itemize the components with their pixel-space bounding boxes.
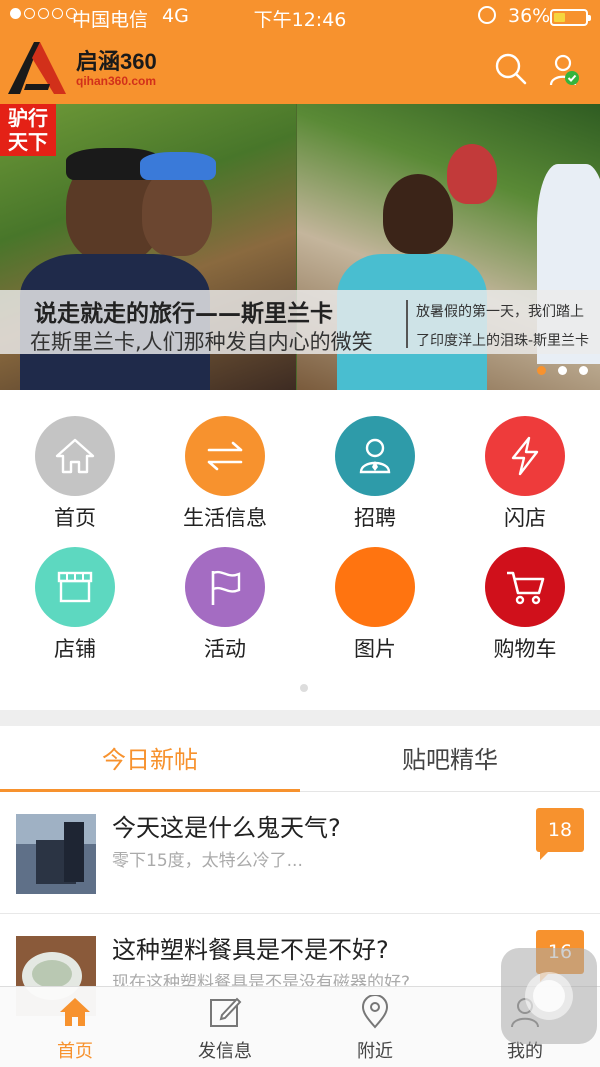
banner-carousel[interactable]: 驴行天下 说走就走的旅行——斯里兰卡 在斯里兰卡,人们那种发自内心的微笑 放暑假… [0, 104, 600, 390]
cart-icon [485, 547, 565, 627]
search-icon[interactable] [494, 52, 528, 86]
post-title: 这种塑料餐具是不是不好? [112, 936, 389, 964]
swap-icon [185, 416, 265, 496]
home-icon [35, 416, 115, 496]
nav-home[interactable]: 首页 [0, 995, 150, 1063]
app-logo[interactable]: 启涵360 qihan360.com [4, 36, 164, 98]
status-bar: 中国电信 4G 下午12:46 36% [0, 0, 600, 34]
carousel-dot[interactable] [537, 366, 546, 375]
grid-item-home[interactable]: 首页 [0, 390, 150, 530]
carousel-dot[interactable] [579, 366, 588, 375]
person-icon [335, 416, 415, 496]
image-icon [335, 547, 415, 627]
category-grid: 首页 生活信息 招聘 闪店店铺 活动 图片 购物车 [0, 390, 600, 710]
grid-item-photos[interactable]: 图片 [300, 521, 450, 661]
banner-title: 说走就走的旅行——斯里兰卡 [34, 301, 333, 327]
user-icon[interactable] [548, 52, 584, 88]
grid-page-indicator[interactable] [300, 684, 308, 692]
nav-post[interactable]: 发信息 [150, 995, 300, 1063]
app-header: 中国电信 4G 下午12:46 36% 启涵360 qihan360.com [0, 0, 600, 104]
tab-today-posts[interactable]: 今日新帖 [0, 740, 300, 775]
battery-percent: 36% [508, 5, 551, 27]
store-icon [35, 547, 115, 627]
caption-divider [406, 300, 408, 348]
flag-icon [185, 547, 265, 627]
location-pin-icon [361, 994, 389, 1029]
grid-item-label: 店铺 [54, 637, 96, 661]
grid-item-events[interactable]: 活动 [150, 521, 300, 661]
tab-featured[interactable]: 贴吧精华 [300, 740, 600, 775]
nav-nearby[interactable]: 附近 [300, 994, 450, 1063]
lightning-icon [485, 416, 565, 496]
grid-item-label: 活动 [204, 637, 246, 661]
post-tabs: 今日新帖 贴吧精华 [0, 726, 600, 792]
section-separator [0, 710, 600, 726]
rotation-lock-icon [478, 6, 496, 24]
grid-item-cart[interactable]: 购物车 [450, 521, 600, 661]
carousel-dot[interactable] [558, 366, 567, 375]
battery-icon [550, 9, 591, 26]
grid-item-flash-shop[interactable]: 闪店 [450, 390, 600, 530]
grid-item-shops[interactable]: 店铺 [0, 521, 150, 661]
banner-side-line2: 了印度洋上的泪珠-斯里兰卡 [416, 333, 590, 349]
home-icon [60, 998, 90, 1026]
grid-item-jobs[interactable]: 招聘 [300, 390, 450, 530]
carousel-indicator[interactable] [537, 366, 588, 375]
assistive-touch-button[interactable] [501, 948, 597, 1044]
nav-label: 附近 [357, 1041, 393, 1062]
list-item[interactable]: 今天这是什么鬼天气? 零下15度，太特么冷了... 18 [0, 792, 600, 914]
category-tag: 驴行天下 [0, 104, 56, 156]
grid-item-label: 购物车 [493, 637, 557, 661]
grid-item-label: 图片 [354, 637, 396, 661]
nav-label: 发信息 [198, 1041, 252, 1062]
post-summary: 零下15度，太特么冷了... [112, 851, 303, 871]
grid-item-life-info[interactable]: 生活信息 [150, 390, 300, 530]
site-url: qihan360.com [76, 74, 157, 88]
nav-label: 首页 [57, 1041, 93, 1062]
app-name: 启涵360 [76, 49, 157, 74]
banner-side-line1: 放暑假的第一天，我们踏上 [416, 304, 584, 320]
logo-mark-icon [8, 42, 66, 94]
post-title: 今天这是什么鬼天气? [112, 814, 341, 842]
post-thumbnail [16, 814, 96, 894]
comment-count-badge: 18 [536, 808, 584, 860]
edit-icon [210, 997, 242, 1027]
banner-subtitle: 在斯里兰卡,人们那种发自内心的微笑 [30, 330, 373, 354]
